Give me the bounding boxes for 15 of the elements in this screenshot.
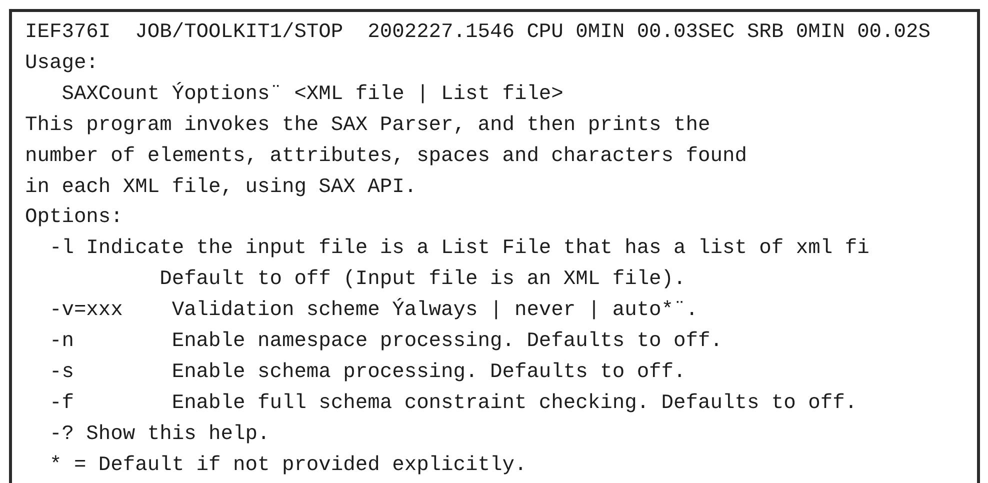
console-line: in each XML file, using SAX API. <box>25 174 417 201</box>
console-line: -l Indicate the input file is a List File that has a list of xml fi <box>48 236 870 262</box>
console-line: -v=xxx Validation scheme Ýalways | never | auto*¨. <box>48 297 698 324</box>
console-line: This program invokes the SAX Parser, and then prints the <box>25 112 710 139</box>
console-line: -n Enable namespace processing. Defaults to off. <box>48 329 722 356</box>
console-line: IEF376I JOB/TOOLKIT1/STOP 2002227.1546 CPU 0MIN 00.03SEC SRB 0MIN 00.02S <box>25 20 930 46</box>
console-line: -s Enable schema processing. Defaults to off. <box>48 360 686 386</box>
console-line: -f Enable full schema constraint checking. Defaults to off. <box>48 390 858 417</box>
console-line: Default to off (Input file is an XML file). <box>158 267 686 294</box>
console-line: Options: <box>25 205 123 232</box>
console-line: * = Default if not provided explicitly. <box>48 452 527 479</box>
console-line: -? Show this help. <box>48 422 270 448</box>
console-line: number of elements, attributes, spaces and characters found <box>25 144 747 170</box>
console-line: Usage: <box>25 50 98 77</box>
console-line: SAXCount Ýoptions¨ <XML file | List file> <box>60 81 564 108</box>
